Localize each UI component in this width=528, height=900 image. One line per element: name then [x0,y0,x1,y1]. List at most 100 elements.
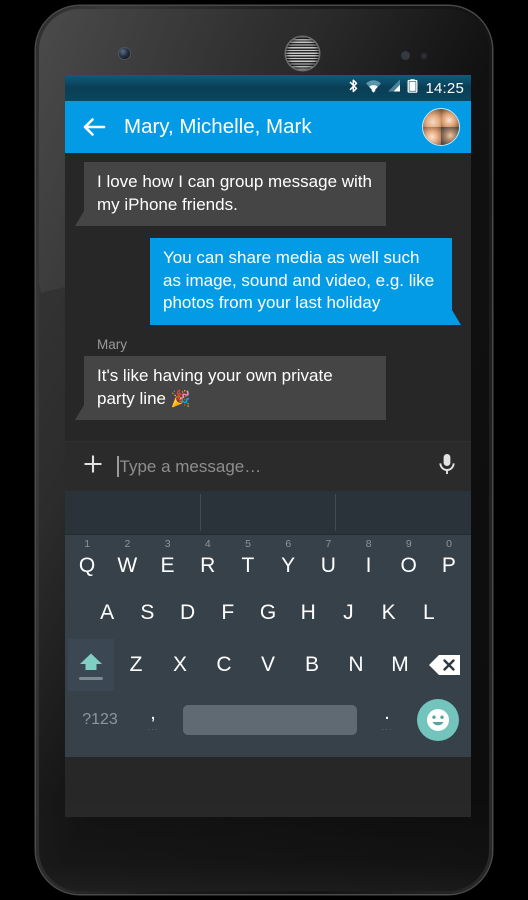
key-label: A [100,601,115,624]
avatar-photo [423,127,441,145]
shift-icon[interactable] [68,639,114,691]
keyboard-row-top: 1Q 2W 3E 4R 5T 6Y 7U 8I 9O 0P [65,535,471,587]
message-input[interactable]: Type a message… [120,457,262,477]
key-v[interactable]: V [246,639,290,691]
bluetooth-icon [347,78,360,99]
key-l[interactable]: L [409,587,449,639]
key-j[interactable]: J [328,587,368,639]
avatar-photo [441,127,459,145]
key-b[interactable]: B [290,639,334,691]
key-label: ?123 [82,711,118,728]
suggestion-item[interactable] [336,491,471,534]
keyboard-row-home: A S D F G H J K L [65,587,471,639]
key-label: S [140,601,155,624]
message-row: It's like having your own private party … [75,356,461,421]
key-o[interactable]: 9O [389,535,429,587]
status-bar: 14:25 [65,75,471,101]
message-row: I love how I can group message with my i… [75,162,461,227]
key-r[interactable]: 4R [188,535,228,587]
key-g[interactable]: G [248,587,288,639]
avatar[interactable] [422,108,460,146]
key-n[interactable]: N [334,639,378,691]
text-cursor [117,456,119,477]
key-number-hint: 5 [245,538,251,550]
microphone-icon[interactable] [436,452,458,481]
key-label: Y [281,553,296,577]
message-bubble-outgoing[interactable]: You can share media as well such as imag… [150,238,461,326]
key-a[interactable]: A [87,587,127,639]
key-label: , [150,702,156,724]
key-label: K [381,601,396,624]
key-label: D [179,601,196,624]
plus-icon[interactable] [81,452,105,481]
phone-screen: 14:25 Mary, Michelle, Mark I love how I … [65,75,471,817]
wifi-icon [365,78,382,99]
key-label: B [304,653,319,676]
space-bar[interactable] [183,705,357,735]
suggestion-item[interactable] [201,491,336,534]
keyboard-row-bottom-letters: Z X C V B N M [65,639,471,691]
key-label: M [391,653,409,676]
key-h[interactable]: H [288,587,328,639]
message-composer: Type a message… [65,441,471,491]
shift-indicator-bar [79,676,103,680]
message-list[interactable]: I love how I can group message with my i… [65,153,471,441]
key-w[interactable]: 2W [107,535,147,587]
key-number-hint: 6 [285,538,292,550]
message-bubble-incoming[interactable]: It's like having your own private party … [75,356,386,421]
key-f[interactable]: F [208,587,248,639]
key-label: L [423,601,435,624]
key-long-press-hint: ··· [147,725,159,734]
key-label: O [400,553,417,577]
key-y[interactable]: 6Y [268,535,308,587]
key-p[interactable]: 0P [429,535,469,587]
key-d[interactable]: D [167,587,207,639]
key-k[interactable]: K [369,587,409,639]
key-number-hint: 9 [405,538,412,550]
key-label: H [300,601,316,624]
key-z[interactable]: Z [114,639,158,691]
key-c[interactable]: C [202,639,246,691]
key-label: N [348,653,364,676]
key-number-hint: 1 [84,538,91,550]
proximity-sensor-icon [401,51,410,60]
message-bubble-incoming[interactable]: I love how I can group message with my i… [75,162,386,227]
key-label: W [117,553,138,577]
search-input-wrap[interactable]: Type a message… [117,442,424,491]
key-long-press-hint: ··· [381,725,393,734]
message-row: You can share media as well such as imag… [75,238,461,326]
party-popper-emoji-icon: 🎉 [170,390,191,408]
key-i[interactable]: 8I [348,535,388,587]
key-q[interactable]: 1Q [67,535,107,587]
key-t[interactable]: 5T [228,535,268,587]
key-number-hint: 4 [204,538,211,550]
backspace-icon[interactable] [422,639,468,691]
key-label: T [241,553,255,577]
symbols-key[interactable]: ?123 [71,691,129,749]
key-x[interactable]: X [158,639,202,691]
app-bar: Mary, Michelle, Mark [65,101,471,153]
key-number-hint: 2 [124,538,131,550]
back-arrow-icon[interactable] [79,112,109,142]
emoji-smiley-icon[interactable] [411,691,465,749]
key-e[interactable]: 3E [147,535,187,587]
key-m[interactable]: M [378,639,422,691]
key-label: P [441,553,456,577]
phone-device: 14:25 Mary, Michelle, Mark I love how I … [36,6,492,894]
key-label: R [200,553,216,577]
key-label: . [384,702,390,724]
emoji-button-circle [417,699,459,741]
phone-front-glass: 14:25 Mary, Michelle, Mark I love how I … [39,9,489,891]
key-label: E [160,553,175,577]
key-label: U [320,553,336,577]
keyboard-row-space: ?123 , ··· . ··· [65,691,471,749]
key-label: I [365,553,372,577]
key-s[interactable]: S [127,587,167,639]
key-period[interactable]: . ··· [363,691,411,749]
key-number-hint: 7 [325,538,332,550]
key-label: F [221,601,235,624]
suggestion-item[interactable] [65,491,200,534]
key-comma[interactable]: , ··· [129,691,177,749]
message-sender-name: Mary [97,337,127,353]
key-u[interactable]: 7U [308,535,348,587]
